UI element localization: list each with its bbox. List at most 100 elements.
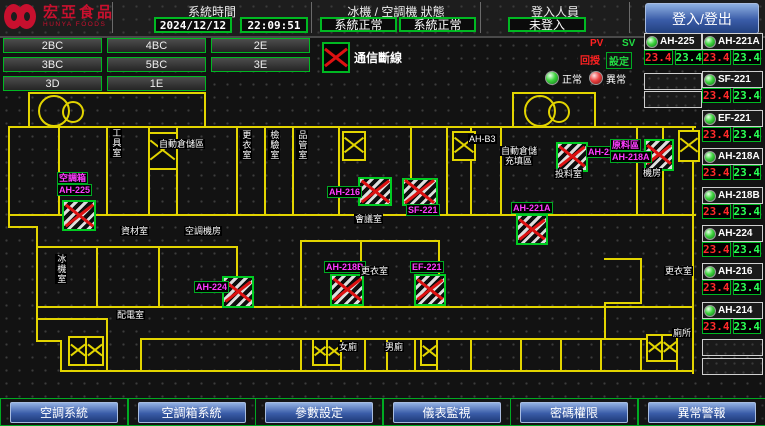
unit-values: 23.423.4	[702, 127, 761, 142]
wall-segment	[36, 246, 160, 248]
stairs-x-cell	[70, 338, 85, 364]
unit-values: 23.423.4	[644, 50, 700, 65]
floor-button-4BC[interactable]: 4BC	[107, 38, 206, 53]
floor-button-5BC[interactable]: 5BC	[107, 57, 206, 72]
room-label: 充填區	[504, 156, 533, 166]
empty-unit-slot	[702, 339, 763, 356]
floor-button-1E[interactable]: 1E	[107, 76, 206, 91]
room-label: 工具室	[110, 128, 122, 158]
unit-AH-218A[interactable]: AH-218A	[702, 148, 763, 165]
unit-AH-221A[interactable]: AH-221A	[702, 33, 763, 50]
wall-segment	[512, 92, 514, 128]
unit-SF-221[interactable]: SF-221	[702, 71, 763, 88]
bottom-button-4[interactable]: 儀表監視	[393, 402, 501, 423]
equipment-label: 原料區	[610, 139, 641, 151]
unit-label: AH-224	[718, 228, 752, 239]
room-label: 更衣室	[360, 266, 389, 276]
ahu-device-icon-SF-221[interactable]	[402, 178, 438, 206]
pv-legend-label: PV	[588, 38, 605, 49]
abnormal-legend-label: 異常	[604, 71, 628, 86]
header-divider	[629, 2, 630, 33]
wall-segment	[640, 338, 642, 370]
ahu-device-icon-AH-225[interactable]	[62, 200, 96, 231]
wall-segment	[604, 258, 642, 260]
bottom-menu-cell: 空調系統	[0, 398, 128, 426]
unit-AH-218B[interactable]: AH-218B	[702, 187, 763, 204]
unit-AH-224[interactable]: AH-224	[702, 225, 763, 242]
bottom-button-5[interactable]: 密碼權限	[520, 402, 628, 423]
wall-segment	[300, 240, 302, 306]
login-status-value: 未登入	[508, 17, 586, 32]
wall-segment	[158, 246, 160, 306]
unit-AH-214[interactable]: AH-214	[702, 302, 763, 319]
unit-label: AH-225	[660, 36, 694, 47]
unit-AH-225[interactable]: AH-225	[644, 33, 702, 50]
system-clock-value: 22:09:51	[240, 17, 308, 33]
unit-status-led-icon	[704, 151, 716, 163]
logo-title: 宏亞食品	[43, 5, 115, 20]
wall-segment	[36, 306, 694, 308]
unit-label: AH-218A	[718, 151, 760, 162]
wall-segment	[300, 240, 440, 242]
floor-button-3E[interactable]: 3E	[211, 57, 310, 72]
unit-values: 23.423.4	[702, 204, 761, 219]
equipment-label: EF-221	[410, 261, 444, 273]
ahu-device-icon-EF-221[interactable]	[414, 274, 446, 306]
sv-legend-label: SV	[620, 38, 637, 49]
bottom-button-3[interactable]: 參數設定	[265, 402, 373, 423]
bottom-menu-cell: 密碼權限	[510, 398, 638, 426]
wall-segment	[560, 338, 562, 370]
unit-values: 23.423.4	[702, 242, 761, 257]
stairs-x-cell	[661, 336, 676, 360]
wall-segment	[158, 246, 238, 248]
wall-segment	[106, 126, 108, 216]
fan-icon	[548, 101, 570, 123]
bottom-button-1[interactable]: 空調系統	[10, 402, 118, 423]
wall-segment	[520, 338, 522, 370]
bottom-button-6[interactable]: 異常警報	[648, 402, 756, 423]
wall-segment	[604, 302, 606, 340]
floor-button-2E[interactable]: 2E	[211, 38, 310, 53]
login-logout-button[interactable]: 登入/登出	[645, 3, 759, 34]
unit-sv-value: 23.4	[733, 88, 762, 103]
equipment-label: 空調箱	[57, 172, 88, 184]
unit-status-led-icon	[704, 36, 716, 48]
unit-sv-value: 23.4	[733, 204, 762, 219]
ahu-device-icon-AH-218B[interactable]	[330, 274, 364, 306]
unit-pv-value: 23.4	[702, 204, 731, 219]
bottom-button-2[interactable]: 空調箱系統	[138, 402, 246, 423]
unit-pv-value: 23.4	[702, 242, 731, 257]
wall-segment	[140, 338, 676, 340]
header-divider	[311, 2, 312, 33]
unit-AH-216[interactable]: AH-216	[702, 263, 763, 280]
feedback-legend-label: 回授	[578, 52, 602, 67]
room-label: 檢驗室	[268, 130, 280, 160]
room-label: 更衣室	[664, 266, 693, 276]
unit-label: EF-221	[718, 113, 751, 124]
equipment-label: AH-224	[194, 281, 229, 293]
room-label: 會議室	[354, 214, 383, 224]
wall-segment	[58, 126, 60, 216]
unit-pv-value: 23.4	[702, 280, 731, 295]
ahu-device-icon-AH-221A[interactable]	[516, 214, 548, 245]
equipment-label: AH-216	[327, 186, 362, 198]
unit-label: AH-214	[718, 305, 752, 316]
comm-loss-icon	[322, 42, 350, 73]
wall-segment	[500, 126, 502, 216]
wall-segment	[96, 246, 98, 306]
unit-values: 23.423.4	[702, 50, 761, 65]
floor-button-3BC[interactable]: 3BC	[3, 57, 102, 72]
wall-segment	[640, 258, 642, 304]
ahu-device-icon-AH-214[interactable]	[556, 142, 588, 172]
wall-segment	[236, 126, 238, 216]
logo-icon	[4, 2, 38, 31]
wall-segment	[36, 226, 38, 342]
unit-status-led-icon	[704, 113, 716, 125]
bottom-menu-cell: 空調箱系統	[128, 398, 256, 426]
stairs-icon	[68, 336, 104, 366]
floor-button-2BC[interactable]: 2BC	[3, 38, 102, 53]
floor-button-3D[interactable]: 3D	[3, 76, 102, 91]
unit-EF-221[interactable]: EF-221	[702, 110, 763, 127]
ahu-device-icon-AH-216[interactable]	[358, 177, 392, 206]
room-label: 資材室	[120, 226, 149, 236]
